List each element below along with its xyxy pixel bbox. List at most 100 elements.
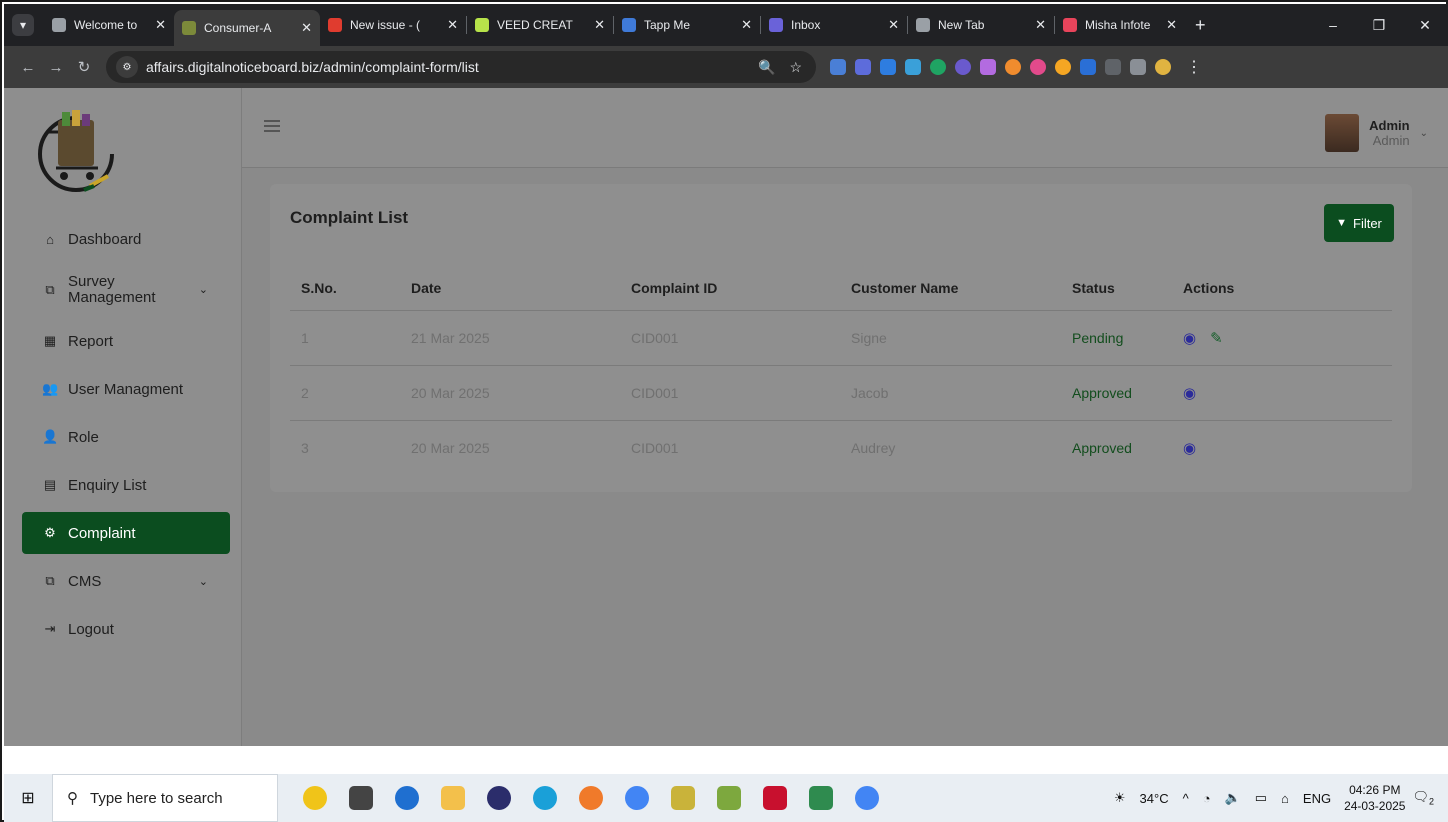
extension-icon[interactable] [905, 59, 921, 75]
close-tab-icon[interactable]: ✕ [447, 17, 458, 33]
profile-avatar[interactable] [1155, 59, 1171, 75]
sidebar-item-survey-management[interactable]: ⧉ Survey Management ⌄ [22, 266, 230, 314]
extension-icon[interactable] [1005, 59, 1021, 75]
edge-icon[interactable] [533, 786, 557, 810]
view-eye-icon[interactable]: ◉ [1183, 439, 1196, 457]
windows-start-icon[interactable]: ⊞ [4, 788, 52, 808]
edit-pencil-icon[interactable]: ✎ [1210, 329, 1223, 347]
address-bar[interactable]: ⚙ affairs.digitalnoticeboard.biz/admin/c… [106, 51, 816, 83]
app-icon[interactable] [671, 786, 695, 810]
task-view-icon[interactable] [349, 786, 373, 810]
weather-icon[interactable]: ☀ [1114, 790, 1126, 806]
sidebar-item-report[interactable]: ▦ Report [22, 320, 230, 362]
close-tab-icon[interactable]: ✕ [301, 20, 312, 36]
sidebar-item-user-managment[interactable]: 👥 User Managment [22, 368, 230, 410]
close-window-icon[interactable]: ✕ [1402, 17, 1448, 34]
copilot-icon[interactable] [303, 786, 327, 810]
extension-icon[interactable] [980, 59, 996, 75]
extension-icon[interactable] [930, 59, 946, 75]
chevron-down-icon[interactable]: ⌄ [1420, 128, 1428, 139]
language-indicator[interactable]: ENG [1303, 791, 1331, 806]
reload-icon[interactable]: ↻ [70, 58, 98, 76]
more-menu-icon[interactable]: ⋮ [1186, 57, 1202, 77]
app-icon[interactable] [717, 786, 741, 810]
close-tab-icon[interactable]: ✕ [155, 17, 166, 33]
sidebar-item-label: Survey Management [68, 273, 156, 306]
site-info-icon[interactable]: ⚙ [116, 56, 138, 78]
avatar [1325, 114, 1360, 152]
hamburger-menu-icon[interactable] [264, 120, 280, 132]
user-menu[interactable]: Admin Admin ⌄ [1325, 114, 1428, 152]
sidebar-item-cms[interactable]: ⧉ CMS ⌄ [22, 560, 230, 602]
show-hidden-icons[interactable]: ^ [1183, 791, 1189, 806]
tab-search-button[interactable]: ▾ [12, 14, 34, 36]
view-eye-icon[interactable]: ◉ [1183, 384, 1196, 402]
file-explorer-icon[interactable] [441, 786, 465, 810]
download-icon[interactable] [1130, 59, 1146, 75]
skype-icon[interactable] [395, 786, 419, 810]
window-controls: – ❐ ✕ [1310, 4, 1448, 46]
browser-tab[interactable]: Inbox ✕ [761, 9, 907, 41]
extension-icon[interactable] [855, 59, 871, 75]
clock[interactable]: 04:26 PM 24-03-2025 [1344, 782, 1405, 814]
extension-icon[interactable] [830, 59, 846, 75]
browser-tab[interactable]: Consumer-A ✕ [174, 10, 320, 46]
browser-tab[interactable]: VEED CREAT ✕ [467, 9, 613, 41]
temperature[interactable]: 34°C [1140, 791, 1169, 806]
cell-date: 20 Mar 2025 [411, 439, 490, 456]
column-header: Complaint ID [620, 266, 840, 311]
wifi-icon[interactable]: ◔ [1203, 791, 1211, 806]
browser-tab[interactable]: New issue - (✕ [320, 9, 466, 41]
chrome-profile-icon[interactable] [855, 786, 879, 810]
taskbar-search-box[interactable]: ⚲ Type here to search [52, 774, 278, 822]
tab-favicon-icon [769, 18, 783, 32]
tab-favicon-icon [1063, 18, 1077, 32]
notification-icon[interactable]: 🗨2 [1412, 789, 1434, 807]
sidebar: ⌂ Dashboard ⧉ Survey Management ⌄ ▦ Report 👥 Use… [4, 88, 242, 746]
chrome-icon[interactable] [625, 786, 649, 810]
new-tab-button[interactable]: + [1195, 15, 1206, 36]
sidebar-item-complaint[interactable]: ⚙ Complaint [22, 512, 230, 554]
close-tab-icon[interactable]: ✕ [741, 17, 752, 33]
side-panel-icon[interactable] [1105, 59, 1121, 75]
chevron-down-icon: ⌄ [198, 575, 208, 588]
extension-icon[interactable] [1055, 59, 1071, 75]
pen-icon[interactable]: ⌂ [1281, 791, 1289, 806]
cell-customer-name: Jacob [840, 365, 1061, 421]
sidebar-item-dashboard[interactable]: ⌂ Dashboard [22, 218, 230, 260]
sidebar-item-enquiry-list[interactable]: ▤ Enquiry List [22, 464, 230, 506]
mcafee-icon[interactable] [763, 786, 787, 810]
volume-icon[interactable]: 🔈 [1225, 790, 1241, 806]
puzzle-icon[interactable] [1080, 59, 1096, 75]
extension-icon[interactable] [880, 59, 896, 75]
close-tab-icon[interactable]: ✕ [1166, 17, 1177, 33]
firefox-icon[interactable] [579, 786, 603, 810]
browser-tab[interactable]: Misha Infote ✕ [1055, 9, 1185, 41]
browser-tab[interactable]: New Tab ✕ [908, 9, 1054, 41]
user-name: Admin [1369, 118, 1410, 133]
bookmark-star-icon[interactable]: ☆ [789, 59, 802, 76]
top-bar: Admin Admin ⌄ [242, 88, 1448, 168]
sidebar-item-role[interactable]: 👤 Role [22, 416, 230, 458]
browser-tab[interactable]: Tapp Me ✕ [614, 9, 760, 41]
extension-icon[interactable] [1030, 59, 1046, 75]
sidebar-item-logout[interactable]: ⇥ Logout [22, 608, 230, 650]
close-tab-icon[interactable]: ✕ [1035, 17, 1046, 33]
filter-button[interactable]: ▼ Filter [1324, 204, 1394, 242]
back-icon[interactable]: ← [14, 59, 42, 76]
excel-icon[interactable] [809, 786, 833, 810]
eclipse-icon[interactable] [487, 786, 511, 810]
restore-icon[interactable]: ❐ [1356, 17, 1402, 34]
extension-icon[interactable] [955, 59, 971, 75]
minimize-icon[interactable]: – [1310, 17, 1356, 33]
column-header: Status [1061, 266, 1172, 311]
close-tab-icon[interactable]: ✕ [888, 17, 899, 33]
logo [38, 102, 118, 202]
view-eye-icon[interactable]: ◉ [1183, 329, 1196, 347]
battery-icon[interactable]: ▭ [1255, 790, 1267, 806]
zoom-icon[interactable]: 🔍 [758, 59, 775, 76]
browser-tab[interactable]: Welcome to ✕ [44, 9, 174, 41]
forward-icon[interactable]: → [42, 59, 70, 76]
id-card-icon: ▤ [43, 477, 57, 492]
close-tab-icon[interactable]: ✕ [594, 17, 605, 33]
